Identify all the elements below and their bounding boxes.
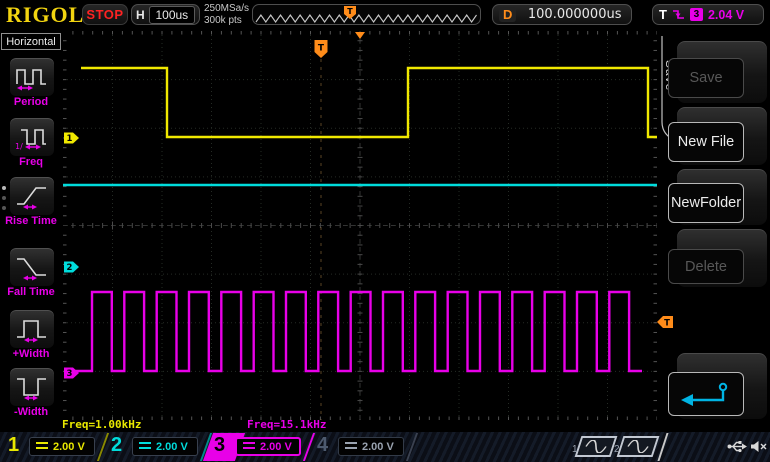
svg-text:T: T [318, 44, 325, 54]
channel-status-bar: 1 2.00 V 2 2.00 V 3 2.00 V 4 [0, 432, 770, 462]
fall-time-icon [15, 254, 49, 281]
measure-label-period: Period [0, 96, 62, 108]
measurement-freq-ch3: Freq=15.1kHz [247, 418, 326, 431]
svg-text:T: T [347, 7, 353, 16]
channel-2-scale: 2.00 V [156, 441, 188, 453]
menu-page-dot [2, 206, 6, 210]
left-menu-title: Horizontal [1, 33, 61, 50]
preview-waveform-icon: T [253, 5, 480, 24]
acquisition-info: 250MSa/s 300k pts [204, 3, 249, 27]
delay-value: 100.000000us [524, 7, 625, 22]
svg-text:1: 1 [67, 134, 73, 144]
new-folder-button[interactable]: NewFolder [668, 183, 744, 223]
measure-item-period[interactable] [9, 57, 55, 97]
channel-4-number: 4 [317, 434, 328, 457]
trigger-info-box[interactable]: T 3 2.04 V [652, 4, 764, 25]
svg-text:T: T [664, 319, 670, 329]
save-button[interactable]: Save [668, 58, 744, 98]
measure-item-rise-time[interactable] [9, 176, 55, 216]
horizontal-label: H [136, 8, 145, 22]
measure-label-minus-width: -Width [0, 406, 62, 418]
source-2-number: 2 [614, 444, 620, 455]
waveform-preview-bar[interactable]: T [252, 4, 481, 25]
run-state-label: STOP [86, 7, 123, 22]
speaker-muted-icon [750, 440, 767, 453]
trigger-label: T [659, 7, 667, 22]
dc-coupling-icon [243, 442, 255, 451]
horizontal-measure-menu: Horizontal Period 1/ Freq [0, 30, 62, 432]
measure-label-plus-width: +Width [0, 348, 62, 360]
dc-coupling-icon [345, 442, 357, 451]
segment-divider [657, 433, 668, 461]
measure-item-minus-width[interactable] [9, 367, 55, 407]
measure-label-fall-time: Fall Time [0, 286, 62, 298]
sine-wave-icon [624, 440, 652, 453]
trigger-level-value: 2.04 V [708, 8, 744, 22]
channel-4-indicator[interactable]: 4 2.00 V [309, 432, 412, 462]
channel-1-indicator[interactable]: 1 2.00 V [0, 432, 103, 462]
measurement-freq-ch1: Freq=1.00kHz [62, 418, 141, 431]
source-1-indicator[interactable] [575, 436, 618, 457]
measure-item-plus-width[interactable] [9, 309, 55, 349]
segment-divider [406, 433, 418, 461]
channel-1-scale: 2.00 V [53, 441, 85, 453]
measure-label-freq: Freq [0, 156, 62, 168]
measure-label-rise-time: Rise Time [0, 215, 62, 227]
delete-button[interactable]: Delete [668, 249, 744, 284]
plus-width-icon [15, 316, 49, 343]
menu-page-dot [2, 186, 6, 190]
minus-width-icon [15, 374, 49, 401]
measure-item-freq[interactable]: 1/ [9, 117, 55, 157]
usb-icon [727, 440, 747, 453]
measure-item-fall-time[interactable] [9, 247, 55, 287]
timebase-value: 100us [149, 6, 195, 24]
channel-2-indicator[interactable]: 2 2.00 V [103, 432, 206, 462]
falling-edge-icon [672, 8, 685, 21]
run-state-badge[interactable]: STOP [82, 4, 128, 25]
svg-text:2: 2 [67, 263, 73, 273]
rise-time-icon [15, 183, 49, 210]
oscilloscope-screen: RIGOL STOP H 100us 250MSa/s 300k pts T D… [0, 0, 770, 462]
svg-text:3: 3 [67, 369, 73, 379]
period-icon [15, 64, 49, 91]
dc-coupling-icon [36, 442, 48, 451]
source-2-indicator[interactable] [617, 436, 660, 457]
channel-2-number: 2 [111, 434, 122, 457]
channel-3-indicator[interactable]: 3 2.00 V [206, 432, 309, 462]
channel-1-number: 1 [8, 434, 19, 457]
waveform-display-grid[interactable]: 1 2 3 T [63, 31, 657, 420]
rigol-logo: RIGOL [6, 2, 84, 28]
sample-rate: 250MSa/s [204, 3, 249, 15]
source-1-number: 1 [572, 444, 578, 455]
new-file-button[interactable]: New File [668, 122, 744, 162]
horizontal-timebase-box[interactable]: H 100us [131, 4, 200, 25]
preview-trigger-marker-icon: T [344, 6, 356, 19]
trigger-level-marker[interactable]: T [657, 315, 674, 334]
dc-coupling-icon [139, 442, 151, 451]
trigger-source-badge: 3 [690, 8, 703, 21]
channel-3-scale: 2.00 V [260, 441, 292, 453]
channel-3-number: 3 [214, 434, 225, 457]
freq-icon: 1/ [15, 124, 49, 151]
menu-page-dot [2, 196, 6, 200]
menu-back-button[interactable] [668, 372, 744, 416]
return-arrow-icon [677, 381, 735, 407]
top-status-bar: RIGOL STOP H 100us 250MSa/s 300k pts T D… [0, 0, 770, 30]
channel-4-scale: 2.00 V [362, 441, 394, 453]
save-menu: Save Save New File NewFolder Delete [660, 30, 770, 432]
svg-text:1/: 1/ [15, 142, 23, 151]
sine-wave-icon [582, 440, 610, 453]
delay-label: D [499, 7, 516, 22]
memory-depth: 300k pts [204, 15, 249, 27]
delay-box[interactable]: D 100.000000us [492, 4, 632, 25]
